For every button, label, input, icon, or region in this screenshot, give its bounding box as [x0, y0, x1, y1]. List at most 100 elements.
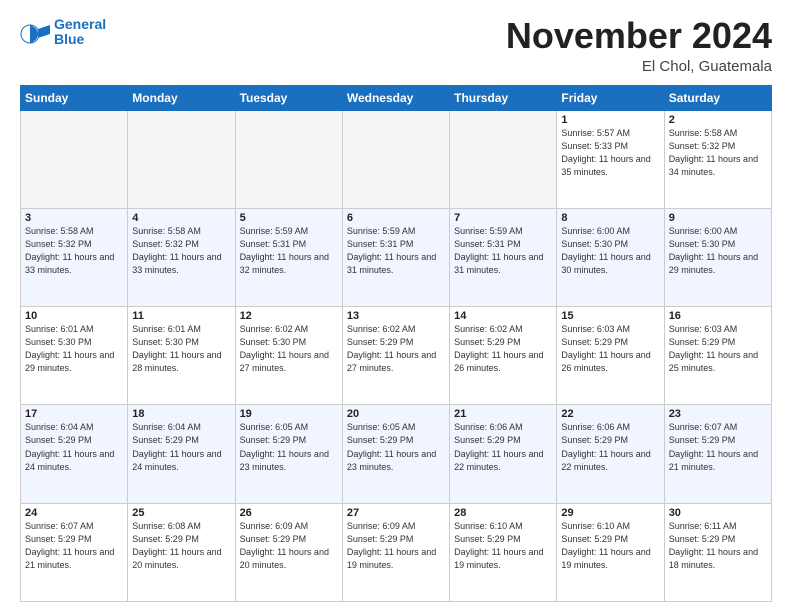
day-info: Sunrise: 5:58 AM Sunset: 5:32 PM Dayligh…: [132, 225, 230, 277]
calendar-week-row: 1Sunrise: 5:57 AM Sunset: 5:33 PM Daylig…: [21, 110, 772, 208]
table-row: 27Sunrise: 6:09 AM Sunset: 5:29 PM Dayli…: [342, 503, 449, 601]
day-number: 21: [454, 408, 552, 420]
day-number: 2: [669, 114, 767, 126]
day-number: 14: [454, 310, 552, 322]
day-info: Sunrise: 6:00 AM Sunset: 5:30 PM Dayligh…: [669, 225, 767, 277]
day-number: 8: [561, 212, 659, 224]
table-row: 18Sunrise: 6:04 AM Sunset: 5:29 PM Dayli…: [128, 405, 235, 503]
day-info: Sunrise: 6:05 AM Sunset: 5:29 PM Dayligh…: [240, 421, 338, 473]
title-block: November 2024 El Chol, Guatemala: [506, 16, 772, 75]
day-number: 22: [561, 408, 659, 420]
day-info: Sunrise: 6:07 AM Sunset: 5:29 PM Dayligh…: [25, 520, 123, 572]
table-row: 13Sunrise: 6:02 AM Sunset: 5:29 PM Dayli…: [342, 307, 449, 405]
table-row: [342, 110, 449, 208]
day-info: Sunrise: 6:10 AM Sunset: 5:29 PM Dayligh…: [454, 520, 552, 572]
day-info: Sunrise: 5:58 AM Sunset: 5:32 PM Dayligh…: [669, 127, 767, 179]
day-number: 25: [132, 507, 230, 519]
day-number: 26: [240, 507, 338, 519]
day-number: 5: [240, 212, 338, 224]
day-info: Sunrise: 6:06 AM Sunset: 5:29 PM Dayligh…: [454, 421, 552, 473]
table-row: 28Sunrise: 6:10 AM Sunset: 5:29 PM Dayli…: [450, 503, 557, 601]
table-row: 23Sunrise: 6:07 AM Sunset: 5:29 PM Dayli…: [664, 405, 771, 503]
day-info: Sunrise: 6:04 AM Sunset: 5:29 PM Dayligh…: [25, 421, 123, 473]
day-number: 29: [561, 507, 659, 519]
table-row: 11Sunrise: 6:01 AM Sunset: 5:30 PM Dayli…: [128, 307, 235, 405]
table-row: 2Sunrise: 5:58 AM Sunset: 5:32 PM Daylig…: [664, 110, 771, 208]
table-row: 12Sunrise: 6:02 AM Sunset: 5:30 PM Dayli…: [235, 307, 342, 405]
calendar-header-row: Sunday Monday Tuesday Wednesday Thursday…: [21, 85, 772, 110]
day-info: Sunrise: 5:58 AM Sunset: 5:32 PM Dayligh…: [25, 225, 123, 277]
table-row: 16Sunrise: 6:03 AM Sunset: 5:29 PM Dayli…: [664, 307, 771, 405]
table-row: 10Sunrise: 6:01 AM Sunset: 5:30 PM Dayli…: [21, 307, 128, 405]
calendar-week-row: 3Sunrise: 5:58 AM Sunset: 5:32 PM Daylig…: [21, 208, 772, 306]
day-number: 13: [347, 310, 445, 322]
day-info: Sunrise: 6:01 AM Sunset: 5:30 PM Dayligh…: [132, 323, 230, 375]
day-number: 28: [454, 507, 552, 519]
table-row: 24Sunrise: 6:07 AM Sunset: 5:29 PM Dayli…: [21, 503, 128, 601]
table-row: 21Sunrise: 6:06 AM Sunset: 5:29 PM Dayli…: [450, 405, 557, 503]
table-row: 19Sunrise: 6:05 AM Sunset: 5:29 PM Dayli…: [235, 405, 342, 503]
header-monday: Monday: [128, 85, 235, 110]
day-info: Sunrise: 6:03 AM Sunset: 5:29 PM Dayligh…: [561, 323, 659, 375]
day-info: Sunrise: 6:02 AM Sunset: 5:30 PM Dayligh…: [240, 323, 338, 375]
day-info: Sunrise: 5:59 AM Sunset: 5:31 PM Dayligh…: [347, 225, 445, 277]
table-row: 7Sunrise: 5:59 AM Sunset: 5:31 PM Daylig…: [450, 208, 557, 306]
day-number: 11: [132, 310, 230, 322]
table-row: [235, 110, 342, 208]
day-info: Sunrise: 6:04 AM Sunset: 5:29 PM Dayligh…: [132, 421, 230, 473]
table-row: 9Sunrise: 6:00 AM Sunset: 5:30 PM Daylig…: [664, 208, 771, 306]
day-number: 12: [240, 310, 338, 322]
day-info: Sunrise: 6:02 AM Sunset: 5:29 PM Dayligh…: [454, 323, 552, 375]
header-saturday: Saturday: [664, 85, 771, 110]
header-wednesday: Wednesday: [342, 85, 449, 110]
day-number: 19: [240, 408, 338, 420]
subtitle: El Chol, Guatemala: [506, 58, 772, 75]
day-info: Sunrise: 6:08 AM Sunset: 5:29 PM Dayligh…: [132, 520, 230, 572]
day-info: Sunrise: 6:00 AM Sunset: 5:30 PM Dayligh…: [561, 225, 659, 277]
day-info: Sunrise: 6:03 AM Sunset: 5:29 PM Dayligh…: [669, 323, 767, 375]
day-number: 15: [561, 310, 659, 322]
day-number: 17: [25, 408, 123, 420]
table-row: 15Sunrise: 6:03 AM Sunset: 5:29 PM Dayli…: [557, 307, 664, 405]
table-row: 29Sunrise: 6:10 AM Sunset: 5:29 PM Dayli…: [557, 503, 664, 601]
day-number: 23: [669, 408, 767, 420]
day-info: Sunrise: 6:01 AM Sunset: 5:30 PM Dayligh…: [25, 323, 123, 375]
logo-line1: General: [54, 17, 106, 32]
day-info: Sunrise: 5:59 AM Sunset: 5:31 PM Dayligh…: [240, 225, 338, 277]
day-info: Sunrise: 6:09 AM Sunset: 5:29 PM Dayligh…: [347, 520, 445, 572]
calendar-week-row: 24Sunrise: 6:07 AM Sunset: 5:29 PM Dayli…: [21, 503, 772, 601]
day-number: 4: [132, 212, 230, 224]
day-info: Sunrise: 6:05 AM Sunset: 5:29 PM Dayligh…: [347, 421, 445, 473]
table-row: 6Sunrise: 5:59 AM Sunset: 5:31 PM Daylig…: [342, 208, 449, 306]
page: General Blue November 2024 El Chol, Guat…: [0, 0, 792, 612]
table-row: [21, 110, 128, 208]
table-row: 30Sunrise: 6:11 AM Sunset: 5:29 PM Dayli…: [664, 503, 771, 601]
calendar-week-row: 17Sunrise: 6:04 AM Sunset: 5:29 PM Dayli…: [21, 405, 772, 503]
day-info: Sunrise: 6:06 AM Sunset: 5:29 PM Dayligh…: [561, 421, 659, 473]
table-row: 8Sunrise: 6:00 AM Sunset: 5:30 PM Daylig…: [557, 208, 664, 306]
day-number: 3: [25, 212, 123, 224]
day-info: Sunrise: 6:07 AM Sunset: 5:29 PM Dayligh…: [669, 421, 767, 473]
day-info: Sunrise: 6:02 AM Sunset: 5:29 PM Dayligh…: [347, 323, 445, 375]
day-number: 24: [25, 507, 123, 519]
logo: General Blue: [20, 16, 106, 48]
calendar-week-row: 10Sunrise: 6:01 AM Sunset: 5:30 PM Dayli…: [21, 307, 772, 405]
table-row: 1Sunrise: 5:57 AM Sunset: 5:33 PM Daylig…: [557, 110, 664, 208]
table-row: 5Sunrise: 5:59 AM Sunset: 5:31 PM Daylig…: [235, 208, 342, 306]
table-row: 26Sunrise: 6:09 AM Sunset: 5:29 PM Dayli…: [235, 503, 342, 601]
day-number: 20: [347, 408, 445, 420]
day-info: Sunrise: 6:09 AM Sunset: 5:29 PM Dayligh…: [240, 520, 338, 572]
table-row: [450, 110, 557, 208]
table-row: 14Sunrise: 6:02 AM Sunset: 5:29 PM Dayli…: [450, 307, 557, 405]
table-row: 17Sunrise: 6:04 AM Sunset: 5:29 PM Dayli…: [21, 405, 128, 503]
table-row: 4Sunrise: 5:58 AM Sunset: 5:32 PM Daylig…: [128, 208, 235, 306]
day-info: Sunrise: 5:59 AM Sunset: 5:31 PM Dayligh…: [454, 225, 552, 277]
header: General Blue November 2024 El Chol, Guat…: [20, 16, 772, 75]
header-tuesday: Tuesday: [235, 85, 342, 110]
month-title: November 2024: [506, 16, 772, 56]
header-sunday: Sunday: [21, 85, 128, 110]
day-number: 7: [454, 212, 552, 224]
day-number: 9: [669, 212, 767, 224]
day-number: 27: [347, 507, 445, 519]
table-row: 3Sunrise: 5:58 AM Sunset: 5:32 PM Daylig…: [21, 208, 128, 306]
